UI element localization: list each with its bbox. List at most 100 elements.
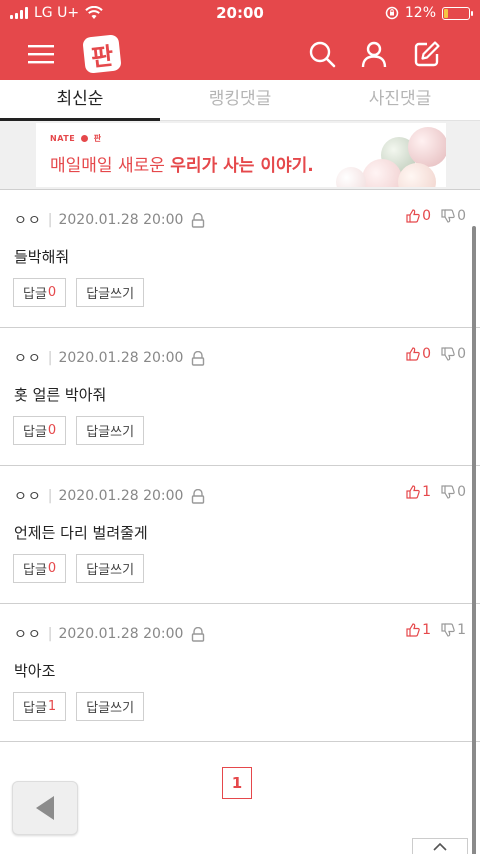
replies-button[interactable]: 답글 0 [13, 416, 67, 445]
banner-text: 매일매일 새로운 우리가 사는 이야기. [50, 156, 314, 176]
replies-label: 답글 [23, 287, 47, 302]
comment-text: 언제든 다리 벌려줄게 [14, 524, 148, 542]
thumbs-down-icon [441, 485, 455, 499]
write-reply-button[interactable]: 답글쓰기 [76, 692, 145, 721]
comment-actions: 답글 0 답글쓰기 [13, 416, 145, 445]
comment-date: 2020.01.28 20:00 [58, 488, 184, 504]
downvote-button[interactable]: 0 [441, 484, 466, 500]
downvote-button[interactable]: 0 [441, 346, 466, 362]
comment-item: ㅇㅇ | 2020.01.28 20:00 0 [0, 189, 480, 327]
comment-text: 들박해줘 [14, 248, 70, 266]
thumbs-down-icon [441, 623, 455, 637]
comment-item: ㅇㅇ | 2020.01.28 20:00 0 [0, 327, 480, 465]
account-button[interactable] [356, 36, 392, 72]
comment-author[interactable]: ㅇㅇ [14, 486, 42, 506]
upvote-count: 0 [422, 208, 432, 224]
upvote-button[interactable]: 1 [406, 622, 431, 638]
status-bar: LG U+ 20:00 12% [0, 0, 480, 28]
thumbs-down-icon [441, 209, 455, 223]
write-reply-button[interactable]: 답글쓰기 [76, 554, 145, 583]
back-arrow-icon [36, 796, 54, 820]
tab-photo[interactable]: 사진댓글 [320, 80, 480, 120]
meta-divider: | [47, 626, 53, 642]
compose-icon [414, 41, 440, 67]
banner-area: NATE 판 매일매일 새로운 우리가 사는 이야기. [0, 121, 480, 189]
comment-meta: ㅇㅇ | 2020.01.28 20:00 [14, 210, 205, 230]
downvote-button[interactable]: 0 [441, 208, 466, 224]
thumbs-up-icon [406, 623, 420, 637]
vote-group: 0 0 [406, 346, 466, 362]
comment-meta: ㅇㅇ | 2020.01.28 20:00 [14, 486, 205, 506]
search-icon [309, 41, 336, 68]
chevron-up-icon [433, 842, 447, 851]
status-right: 12% [385, 5, 473, 21]
sort-tabs: 최신순 랭킹댓글 사진댓글 [0, 80, 480, 121]
comment-actions: 답글 0 답글쓰기 [13, 554, 145, 583]
pan-logo[interactable]: 판 [82, 34, 122, 74]
report-button[interactable] [191, 626, 205, 642]
lock-icon [192, 626, 205, 642]
downvote-button[interactable]: 1 [441, 622, 466, 638]
replies-label: 답글 [23, 425, 47, 440]
list-divider [0, 741, 480, 742]
scrollbar[interactable] [472, 226, 476, 854]
replies-button[interactable]: 답글 0 [13, 554, 67, 583]
replies-label: 답글 [23, 701, 47, 716]
scroll-top-button[interactable] [412, 838, 468, 854]
hamburger-icon [28, 45, 54, 64]
thumbs-up-icon [406, 209, 420, 223]
search-button[interactable] [304, 36, 340, 72]
upvote-button[interactable]: 1 [406, 484, 431, 500]
meta-divider: | [47, 212, 53, 228]
thumbs-up-icon [406, 485, 420, 499]
ad-banner[interactable]: NATE 판 매일매일 새로운 우리가 사는 이야기. [36, 123, 446, 187]
report-button[interactable] [191, 212, 205, 228]
vote-group: 0 0 [406, 208, 466, 224]
downvote-count: 0 [457, 208, 466, 224]
write-reply-button[interactable]: 답글쓰기 [76, 278, 145, 307]
upvote-button[interactable]: 0 [406, 346, 431, 362]
tab-latest[interactable]: 최신순 [0, 80, 160, 121]
replies-button[interactable]: 답글 1 [13, 692, 67, 721]
downvote-count: 0 [457, 346, 466, 362]
battery-icon [442, 6, 473, 20]
replies-count: 0 [47, 285, 57, 300]
menu-button[interactable] [23, 36, 59, 72]
lock-icon [192, 350, 205, 366]
back-button[interactable] [12, 781, 78, 835]
write-button[interactable] [409, 36, 445, 72]
thumbs-down-icon [441, 347, 455, 361]
replies-label: 답글 [23, 563, 47, 578]
meta-divider: | [47, 488, 53, 504]
comment-author[interactable]: ㅇㅇ [14, 624, 42, 644]
upvote-button[interactable]: 0 [406, 208, 431, 224]
lock-icon [192, 488, 205, 504]
comment-list: ㅇㅇ | 2020.01.28 20:00 0 0 들박해줘 답글 0 답글쓰기… [0, 189, 480, 741]
upvote-count: 0 [422, 346, 432, 362]
page-number-current[interactable]: 1 [222, 767, 252, 799]
comment-actions: 답글 0 답글쓰기 [13, 278, 145, 307]
battery-percent: 12% [404, 5, 436, 21]
lock-icon [192, 212, 205, 228]
vote-group: 1 0 [406, 484, 466, 500]
comment-date: 2020.01.28 20:00 [58, 350, 184, 366]
user-icon [361, 41, 387, 68]
comment-meta: ㅇㅇ | 2020.01.28 20:00 [14, 348, 205, 368]
comment-item: ㅇㅇ | 2020.01.28 20:00 1 [0, 603, 480, 741]
report-button[interactable] [191, 350, 205, 366]
comment-text: 박아조 [14, 662, 56, 680]
downvote-count: 0 [457, 484, 466, 500]
comment-text: 홋 얼른 박아줘 [14, 386, 107, 404]
write-reply-button[interactable]: 답글쓰기 [76, 416, 145, 445]
tab-ranking[interactable]: 랭킹댓글 [160, 80, 320, 120]
comment-author[interactable]: ㅇㅇ [14, 348, 42, 368]
comment-author[interactable]: ㅇㅇ [14, 210, 42, 230]
replies-button[interactable]: 답글 0 [13, 278, 67, 307]
comment-item: ㅇㅇ | 2020.01.28 20:00 1 [0, 465, 480, 603]
report-button[interactable] [191, 488, 205, 504]
upvote-count: 1 [422, 484, 432, 500]
app-header: 판 [0, 28, 480, 80]
vote-group: 1 1 [406, 622, 466, 638]
comment-date: 2020.01.28 20:00 [58, 626, 184, 642]
comment-actions: 답글 1 답글쓰기 [13, 692, 145, 721]
